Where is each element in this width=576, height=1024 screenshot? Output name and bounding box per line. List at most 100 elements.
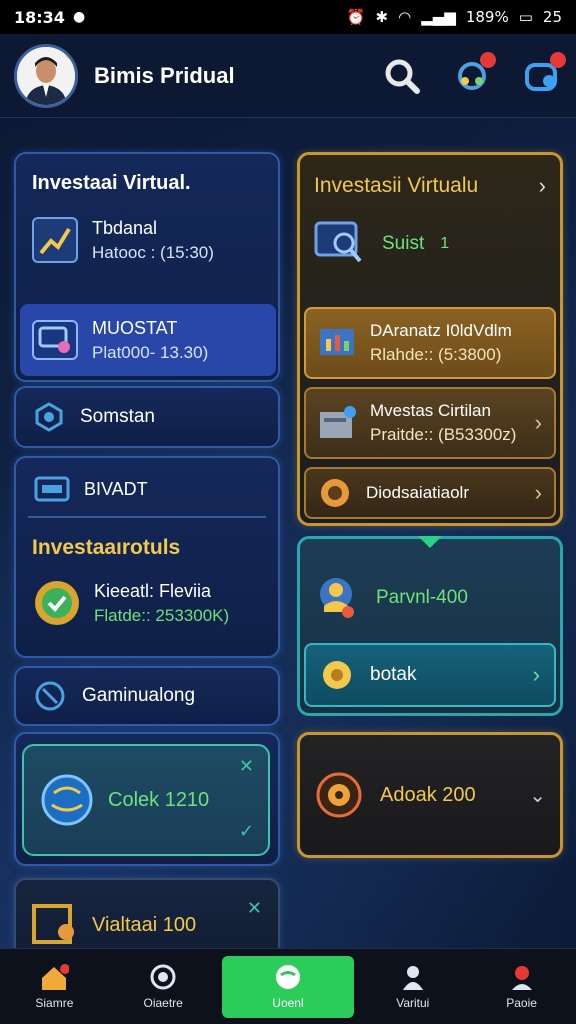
status-bar: 18:34 ● ⏰ ✱ ◠ ▂▄▆ 189% ▭ 25	[0, 0, 576, 34]
virtual-investment-gold-card[interactable]: Investasii Virtualu › Suist 1 DAranatz I…	[297, 152, 563, 526]
colek-inner[interactable]: Colek 1210 ✕ ✓	[22, 744, 270, 856]
notification-badge	[550, 51, 566, 68]
home-icon	[42, 963, 70, 990]
user-icon	[320, 578, 354, 618]
chart-icon	[32, 217, 78, 263]
list-item[interactable]: Diodsaiatiaolr ›	[304, 467, 556, 519]
nav-label: Uoenl	[272, 995, 304, 1010]
gaming-card[interactable]: Gaminualong	[14, 666, 280, 726]
battery-icon: ▭	[518, 8, 533, 26]
list-item[interactable]: Kieeatl: Fleviia Flatde:: 253300K)	[16, 560, 278, 628]
card-icon	[34, 476, 70, 502]
nav-label: Paoie	[506, 995, 537, 1010]
card-label: Parvnl-400	[376, 587, 468, 608]
notification-icon: ●	[72, 9, 86, 25]
close-icon[interactable]: ✕	[239, 756, 254, 777]
app-title: Bimis Pridual	[94, 62, 235, 88]
wifi-icon: ◠	[398, 8, 412, 26]
virtual-investment-card[interactable]: Investaai Virtual. Tbdanal Hatooc : (15:…	[14, 152, 280, 382]
chevron-right-icon[interactable]: ›	[535, 480, 542, 506]
gear-icon	[321, 479, 349, 507]
card-label: Adoak 200	[380, 783, 476, 806]
nav-variety[interactable]: Varitui	[363, 956, 463, 1018]
list-item[interactable]: MUOSTAT Plat000- 13.30)	[20, 304, 276, 376]
search-icon	[385, 59, 420, 94]
parvnl-card[interactable]: Parvnl-400 botak ›	[297, 536, 563, 716]
bluetooth-icon: ✱	[375, 8, 389, 26]
person-icon	[402, 965, 423, 990]
avatar[interactable]	[14, 43, 78, 108]
monitor-icon	[32, 320, 78, 360]
section-heading: Investaaırotuls	[32, 536, 181, 559]
chat-bubble-icon	[275, 964, 300, 989]
item-title: Mvestas Cirtilan	[370, 401, 491, 420]
battery-text: 189%	[465, 8, 509, 26]
chart-board-icon	[320, 329, 354, 355]
item-title: DAranatz I0ldVdlm	[370, 321, 512, 340]
close-icon[interactable]: ✕	[247, 898, 262, 919]
server-icon	[320, 406, 356, 438]
nav-profile[interactable]: Paoie	[472, 956, 572, 1018]
colek-card[interactable]: Colek 1210 ✕ ✓	[14, 732, 280, 866]
item-subtitle: Hatooc : (15:30)	[92, 242, 214, 262]
card-label: Somstan	[80, 406, 155, 427]
list-item[interactable]: DAranatz I0ldVdlm Rlahde:: (5:3800)	[304, 307, 556, 379]
list-item[interactable]: Tbdanal Hatooc : (15:30)	[16, 195, 278, 263]
vialtaai-card[interactable]: Vialtaai 100 ✕	[14, 878, 280, 958]
item-subtitle: Flatde:: 253300K)	[94, 605, 230, 625]
status-time: 18:34	[14, 7, 65, 27]
item-title: Tbdanal	[92, 217, 158, 238]
card-label: Colek 1210	[108, 788, 210, 811]
chevron-down-icon[interactable]: ⌄	[529, 783, 546, 808]
investment-tools-card[interactable]: BIVADT Investaaırotuls Kieeatl: Fleviia …	[14, 456, 280, 658]
network-button[interactable]	[452, 51, 496, 96]
chat-button[interactable]	[522, 51, 566, 96]
list-item[interactable]: Mvestas Cirtilan Praitde:: (B53300z) ›	[304, 387, 556, 459]
online-indicator	[65, 46, 75, 59]
card-title: Investaai Virtual.	[32, 172, 191, 194]
nav-label: Varitui	[396, 995, 430, 1010]
card-title: Investasii Virtualu	[314, 174, 479, 197]
chevron-right-icon[interactable]: ›	[539, 173, 546, 199]
alarm-icon: ⏰	[346, 8, 366, 26]
item-title: Suist	[382, 233, 425, 254]
card-label: BIVADT	[84, 478, 148, 499]
search-monitor-icon	[314, 221, 362, 263]
notification-badge	[480, 51, 496, 68]
status-extra: 25	[542, 8, 562, 26]
list-item[interactable]: Suist 1	[300, 199, 560, 269]
item-title: Diodsaiatiaolr	[366, 483, 469, 502]
item-subtitle: Rlahde:: (5:3800)	[370, 345, 502, 364]
item-title: MUOSTAT	[92, 317, 178, 338]
card-label: Vialtaai 100	[92, 913, 197, 936]
globe-icon	[41, 774, 93, 826]
item-subtitle: Praitde:: (B53300z)	[370, 425, 517, 444]
item-subtitle: Plat000- 13.30)	[92, 342, 209, 362]
nav-main[interactable]: Uoenl	[221, 955, 354, 1018]
somstan-card[interactable]: Somstan	[14, 386, 280, 448]
card-label: Gaminualong	[82, 685, 196, 706]
gear-icon	[323, 661, 351, 689]
target-icon	[316, 772, 362, 818]
signboard-icon	[32, 904, 74, 944]
badge-icon	[35, 402, 63, 432]
item-title: botak	[370, 664, 417, 685]
check-badge-icon	[35, 581, 79, 625]
settings-icon	[35, 681, 65, 711]
check-icon[interactable]: ✓	[239, 821, 254, 842]
app-header: Bimis Pridual	[0, 34, 576, 118]
nav-home[interactable]: Siamre	[4, 956, 104, 1018]
search-button[interactable]	[382, 56, 422, 96]
nav-label: Siamre	[35, 995, 74, 1010]
chevron-right-icon[interactable]: ›	[533, 662, 540, 688]
item-count: 1	[440, 235, 450, 252]
signal-icon: ▂▄▆	[421, 8, 456, 26]
botak-item[interactable]: botak ›	[304, 643, 556, 707]
search-circle-icon	[150, 964, 176, 989]
nav-explore[interactable]: Oiaetre	[113, 956, 213, 1018]
pointer-icon	[418, 536, 442, 548]
adoak-card[interactable]: Adoak 200 ⌄	[297, 732, 563, 858]
profile-icon	[511, 965, 532, 990]
item-title: Kieeatl: Fleviia	[94, 580, 212, 601]
chevron-right-icon[interactable]: ›	[535, 410, 542, 436]
